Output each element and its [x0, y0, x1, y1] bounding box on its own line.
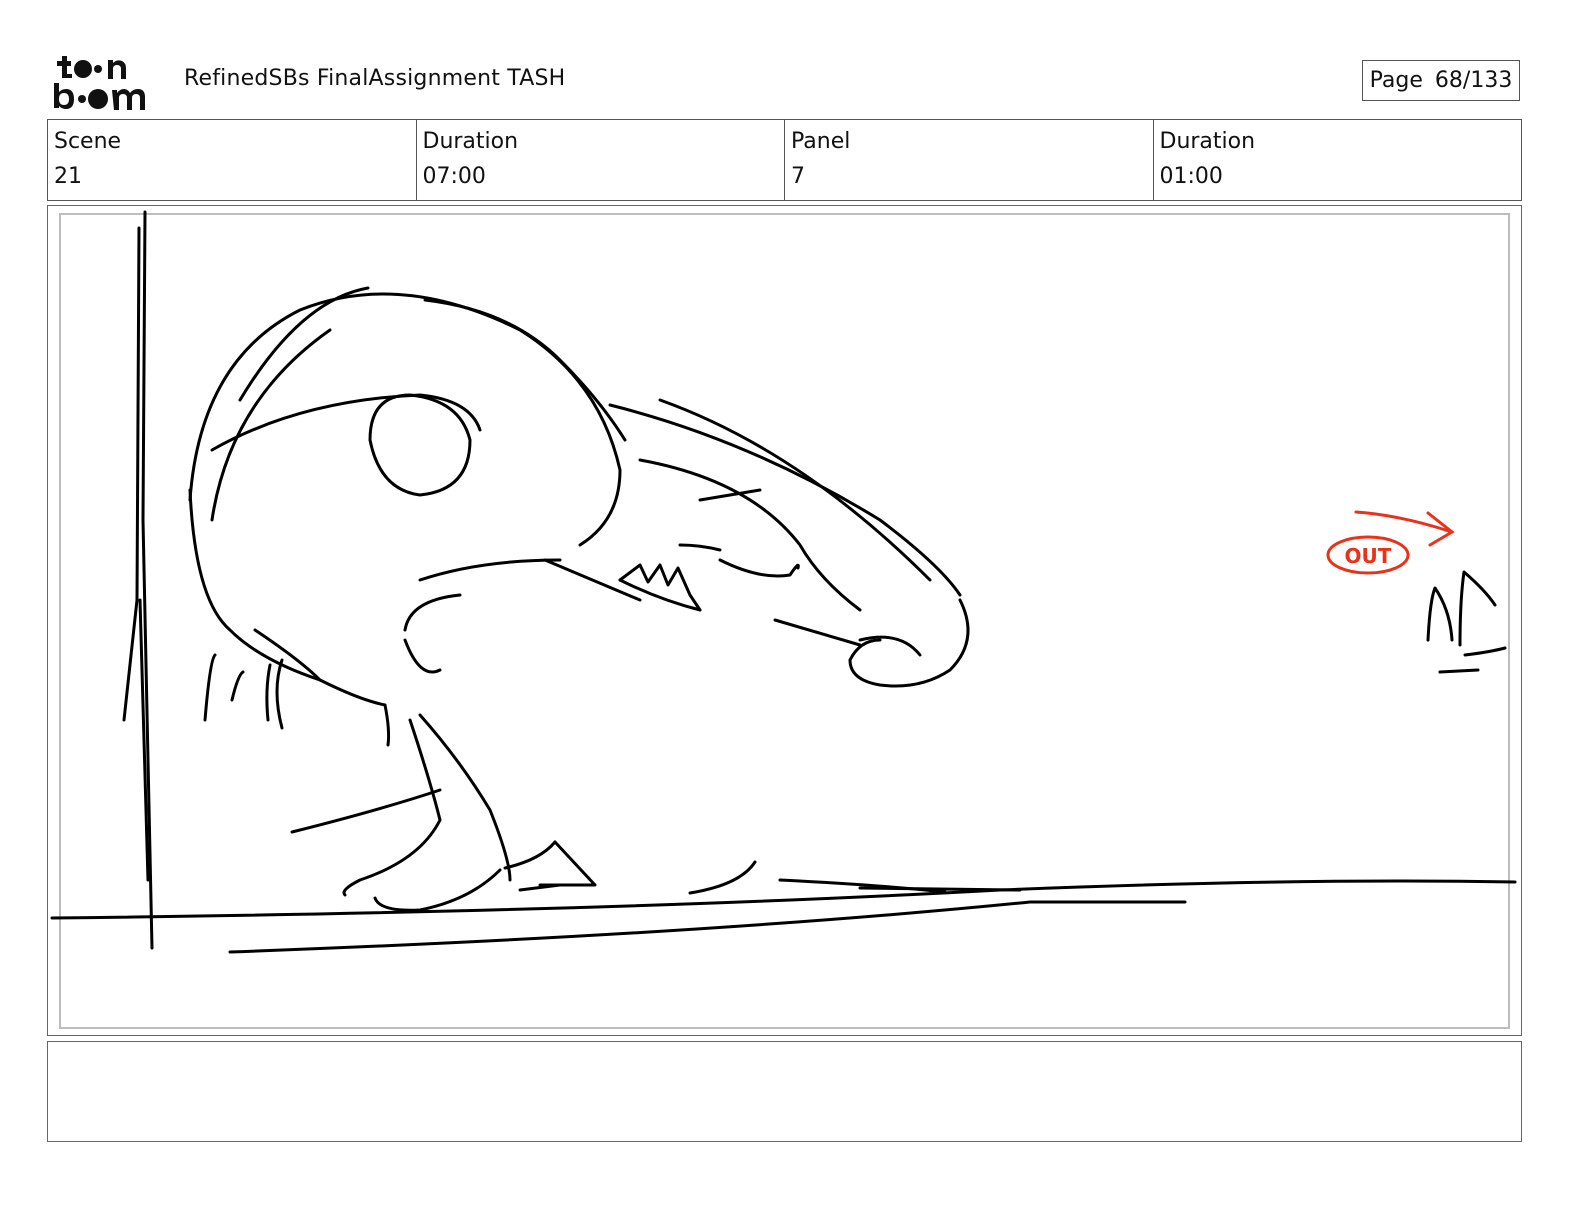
character-claws [203, 653, 217, 722]
offscreen-foot [1426, 586, 1454, 642]
floor-line [50, 879, 1517, 920]
out-annotation-text: OUT [1345, 544, 1392, 568]
character-head [188, 292, 622, 547]
character-snout [608, 403, 962, 597]
character-leg [342, 718, 442, 897]
panel-notes-box [47, 1041, 1522, 1142]
character-teeth [618, 563, 702, 612]
